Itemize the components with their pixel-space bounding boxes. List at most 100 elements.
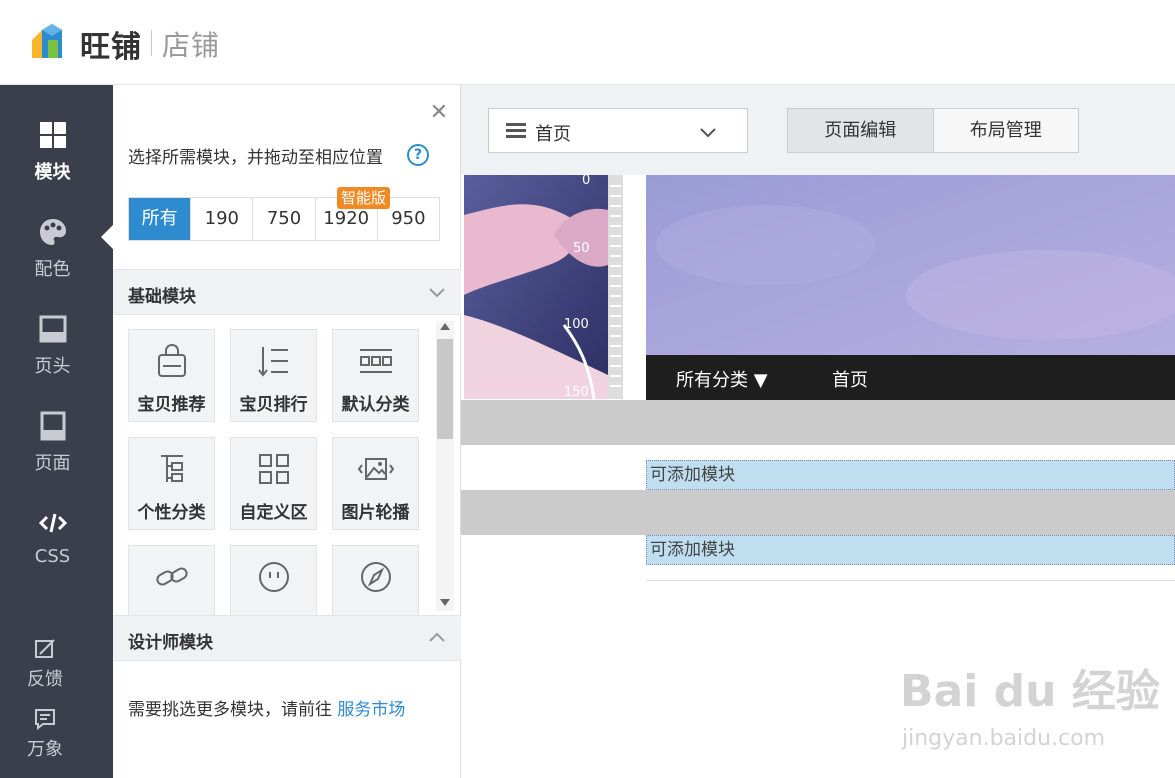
bag-icon bbox=[157, 343, 186, 377]
smile-icon bbox=[258, 562, 289, 592]
compass-icon bbox=[360, 562, 391, 592]
left-sidebar: 模块 配色 页头 页面 CSS 反馈 万象 bbox=[0, 85, 113, 778]
layout-manage-button[interactable]: 布局管理 bbox=[933, 109, 1078, 152]
page-selector-value: 首页 bbox=[535, 124, 571, 145]
brand-subtitle: 店铺 bbox=[162, 29, 221, 62]
ruler-label: 100 bbox=[564, 317, 589, 332]
page-header-icon bbox=[39, 315, 66, 343]
top-bar: 旺铺 店铺 bbox=[0, 0, 1175, 85]
nav-home[interactable]: 首页 bbox=[832, 366, 868, 392]
brand-divider bbox=[151, 30, 152, 56]
section-title: 设计师模块 bbox=[128, 633, 213, 653]
tab-190[interactable]: 190 bbox=[191, 198, 254, 240]
vertical-ruler bbox=[608, 175, 623, 399]
module-tile-image-carousel[interactable]: 图片轮播 bbox=[332, 437, 419, 530]
grid-icon bbox=[39, 122, 66, 148]
scroll-up-icon[interactable] bbox=[440, 323, 450, 330]
sidebar-item-label: 配色 bbox=[34, 259, 71, 280]
module-tile-default-category[interactable]: 默认分类 bbox=[332, 329, 419, 422]
layout-gap bbox=[461, 490, 1175, 535]
module-tile-custom-area[interactable]: 自定义区 bbox=[230, 437, 317, 530]
sidebar-item-page-header[interactable]: 页头 bbox=[0, 314, 105, 404]
custom-grid-icon bbox=[258, 454, 289, 484]
wangpu-logo bbox=[32, 24, 62, 58]
scroll-thumb[interactable] bbox=[437, 339, 453, 439]
ruler-label: 0 bbox=[582, 173, 591, 188]
layout-gap bbox=[461, 400, 1175, 445]
basic-modules-header[interactable]: 基础模块 bbox=[113, 269, 461, 315]
module-label: 宝贝推荐 bbox=[137, 395, 206, 415]
module-tile-item-recommend[interactable]: 宝贝推荐 bbox=[128, 329, 215, 422]
chevron-up-icon bbox=[429, 632, 445, 642]
sidebar-item-wanxiang[interactable]: 万象 bbox=[10, 707, 80, 761]
module-label: 宝贝排行 bbox=[239, 395, 308, 415]
page-edit-button[interactable]: 页面编辑 bbox=[788, 109, 934, 152]
page-icon bbox=[40, 411, 65, 441]
service-market-link[interactable]: 服务市场 bbox=[337, 700, 405, 720]
active-indicator bbox=[101, 225, 113, 249]
panel-hint: 选择所需模块，并拖动至相应位置 bbox=[128, 148, 383, 168]
sidebar-item-label: CSS bbox=[34, 546, 71, 567]
module-label: 图片轮播 bbox=[341, 503, 410, 523]
scroll-down-icon[interactable] bbox=[440, 599, 450, 606]
nav-all-categories[interactable]: 所有分类 ▼ bbox=[676, 366, 768, 392]
code-icon bbox=[38, 513, 67, 533]
palette-icon bbox=[39, 219, 66, 245]
module-tile-custom-category[interactable]: 个性分类 bbox=[128, 437, 215, 530]
more-modules-text: 需要挑选更多模块，请前往 服务市场 bbox=[128, 695, 405, 720]
preview-image bbox=[464, 175, 608, 399]
sidebar-item-modules[interactable]: 模块 bbox=[0, 120, 105, 210]
sidebar-item-colors[interactable]: 配色 bbox=[0, 217, 105, 307]
page-selector[interactable]: 首页 bbox=[488, 108, 748, 153]
module-grid: 宝贝推荐 宝贝排行 默认分类 个性分类 自定义区 图片轮播 bbox=[113, 315, 461, 615]
module-scrollbar[interactable] bbox=[436, 321, 454, 611]
module-tile-smile[interactable] bbox=[230, 545, 317, 615]
module-label: 个性分类 bbox=[137, 503, 206, 523]
more-text: 需要挑选更多模块，请前往 bbox=[128, 700, 338, 720]
tab-all[interactable]: 所有 bbox=[129, 198, 192, 240]
shop-nav-bar: 所有分类 ▼ 首页 bbox=[646, 355, 1175, 400]
help-icon[interactable]: ? bbox=[407, 144, 429, 166]
chevron-down-icon bbox=[700, 128, 716, 138]
image-carousel-icon bbox=[357, 458, 394, 480]
link-icon bbox=[155, 567, 188, 586]
module-label: 默认分类 bbox=[341, 395, 410, 415]
sidebar-item-label: 反馈 bbox=[27, 669, 63, 690]
module-label: 自定义区 bbox=[239, 503, 308, 523]
designer-modules-header[interactable]: 设计师模块 bbox=[113, 615, 461, 661]
sidebar-item-css[interactable]: CSS bbox=[0, 508, 105, 598]
feedback-icon bbox=[35, 639, 55, 658]
smart-version-badge: 智能版 bbox=[337, 187, 391, 209]
tree-icon bbox=[160, 455, 183, 482]
sidebar-item-label: 万象 bbox=[27, 739, 63, 760]
chat-icon bbox=[35, 709, 55, 731]
width-filter-tabs: 所有 190 750 1920 950 bbox=[128, 197, 440, 241]
sidebar-item-label: 页面 bbox=[34, 453, 71, 474]
editor-toolbar: 首页 页面编辑 布局管理 bbox=[461, 85, 1175, 175]
module-tile-item-ranking[interactable]: 宝贝排行 bbox=[230, 329, 317, 422]
mode-switch: 页面编辑 布局管理 bbox=[787, 108, 1079, 153]
ruler-label: 150 bbox=[564, 385, 589, 400]
drop-zone[interactable]: 可添加模块 bbox=[646, 460, 1175, 490]
brand-name: 旺铺 bbox=[80, 30, 142, 65]
sidebar-item-feedback[interactable]: 反馈 bbox=[10, 637, 80, 691]
close-icon[interactable]: ✕ bbox=[429, 102, 449, 124]
ruler-label: 50 bbox=[573, 241, 590, 256]
divider bbox=[646, 580, 1175, 581]
baidu-watermark: Bai du 经验 bbox=[900, 666, 1160, 717]
tab-750[interactable]: 750 bbox=[253, 198, 316, 240]
category-icon bbox=[359, 349, 392, 373]
sidebar-item-label: 模块 bbox=[34, 162, 71, 183]
module-panel: ✕ 选择所需模块，并拖动至相应位置 ? 所有 190 750 1920 950 … bbox=[113, 85, 461, 778]
rank-list-icon bbox=[257, 347, 288, 377]
module-tile-compass[interactable] bbox=[332, 545, 419, 615]
sidebar-item-label: 页头 bbox=[34, 356, 71, 377]
shop-banner[interactable] bbox=[646, 175, 1175, 355]
baidu-watermark-url: jingyan.baidu.com bbox=[902, 726, 1106, 751]
chevron-down-icon bbox=[429, 288, 445, 298]
section-title: 基础模块 bbox=[128, 287, 196, 307]
drop-zone[interactable]: 可添加模块 bbox=[646, 535, 1175, 565]
menu-icon bbox=[506, 123, 526, 138]
module-tile-link[interactable] bbox=[128, 545, 215, 615]
sidebar-item-page[interactable]: 页面 bbox=[0, 411, 105, 501]
